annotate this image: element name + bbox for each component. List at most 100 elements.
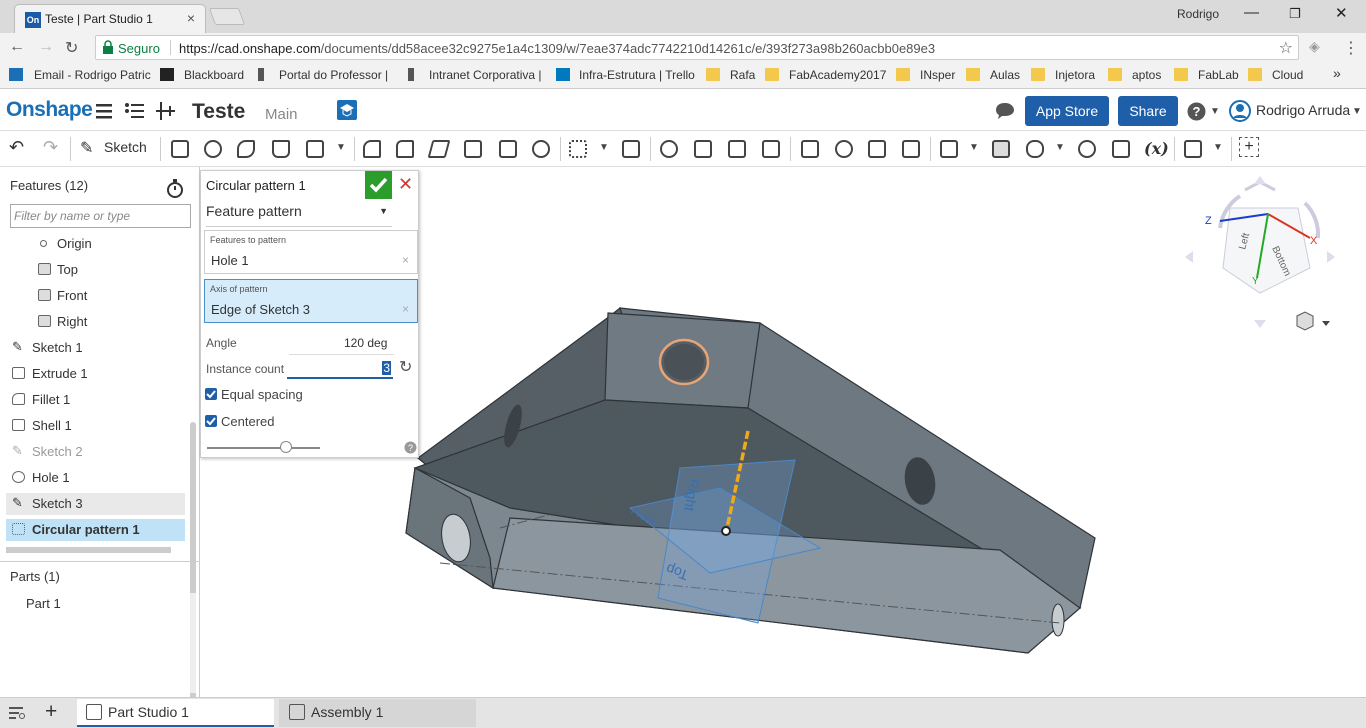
close-tab-icon[interactable]: × (187, 10, 195, 26)
bookmark-trello[interactable]: Infra-Estrutura | Trello (579, 68, 695, 82)
arrow-down-icon[interactable] (1254, 320, 1266, 328)
bookmark-cloud[interactable]: Cloud (1272, 68, 1303, 82)
equal-spacing-checkbox[interactable] (205, 388, 217, 400)
minimize-icon[interactable]: — (1244, 4, 1259, 21)
preview-slider-track[interactable] (207, 447, 320, 449)
help-dropdown-icon[interactable]: ▼ (1210, 106, 1220, 117)
feature-list-horizontal-scrollbar[interactable] (6, 547, 171, 553)
restore-icon[interactable]: ❐ (1289, 6, 1301, 22)
bookmark-injetora[interactable]: Injetora (1055, 68, 1095, 82)
more-features-dropdown-icon[interactable]: ▼ (336, 142, 346, 153)
rollback-timer-icon[interactable] (166, 179, 184, 198)
user-dropdown-icon[interactable]: ▼ (1352, 106, 1362, 117)
tab-assembly-1[interactable]: Assembly 1 (279, 699, 476, 727)
view-options-cube-icon[interactable] (1296, 311, 1314, 331)
hamburger-menu-icon[interactable] (96, 103, 114, 119)
measure-icon[interactable] (1078, 140, 1096, 158)
forward-icon[interactable]: → (38, 38, 54, 56)
feature-item-extrude-1[interactable]: Extrude 1 (6, 363, 185, 385)
delete-part-icon[interactable] (762, 140, 780, 158)
angle-input[interactable]: 120 deg (344, 336, 387, 350)
extrude-icon[interactable] (171, 140, 189, 158)
help-icon[interactable]: ? (1187, 102, 1206, 121)
undo-icon[interactable]: ↶ (9, 137, 24, 158)
accept-button[interactable] (365, 171, 392, 199)
feature-item-top[interactable]: Top (6, 259, 185, 281)
feature-item-sketch-2[interactable]: ✎ Sketch 2 (6, 441, 185, 463)
split-icon[interactable] (694, 140, 712, 158)
add-custom-icon[interactable]: + (1239, 137, 1259, 157)
user-name[interactable]: Rodrigo Arruda (1256, 102, 1350, 118)
bookmark-star-icon[interactable]: ☆ (1279, 38, 1293, 58)
plane-dropdown-icon[interactable]: ▼ (969, 142, 979, 153)
custom-feature-icon[interactable] (1184, 140, 1202, 158)
helix-icon[interactable] (1026, 140, 1044, 158)
view-cube[interactable]: Z X Y Left Bottom (1185, 176, 1335, 331)
cancel-icon[interactable]: ✕ (398, 174, 413, 195)
comments-icon[interactable] (995, 102, 1015, 120)
view-options-dropdown-icon[interactable] (1322, 321, 1330, 326)
more-bookmarks-icon[interactable]: » (1333, 65, 1341, 81)
workspace-name[interactable]: Main (265, 106, 298, 123)
url-field[interactable]: Seguro https://cad.onshape.com/documents… (95, 35, 1299, 60)
browser-tab[interactable]: On Teste | Part Studio 1 × (14, 4, 206, 33)
feature-filter-input[interactable]: Filter by name or type (10, 204, 191, 228)
feature-item-origin[interactable]: Origin (6, 233, 185, 255)
feature-item-shell-1[interactable]: Shell 1 (6, 415, 185, 437)
parts-scrollbar[interactable] (190, 593, 196, 693)
feature-item-right[interactable]: Right (6, 311, 185, 333)
bookmark-fabacademy[interactable]: FabAcademy2017 (789, 68, 886, 82)
centered-checkbox[interactable] (205, 415, 217, 427)
feature-item-front[interactable]: Front (6, 285, 185, 307)
bookmark-portal[interactable]: Portal do Professor | (279, 68, 388, 82)
insert-icon[interactable] (156, 102, 176, 120)
replace-face-icon[interactable] (902, 140, 920, 158)
custom-feature-dropdown-icon[interactable]: ▼ (1213, 142, 1223, 153)
curve-dropdown-icon[interactable]: ▼ (1055, 142, 1065, 153)
reload-icon[interactable]: ↻ (65, 38, 78, 58)
feature-item-hole-1[interactable]: Hole 1 (6, 467, 185, 489)
window-close-icon[interactable]: ✕ (1335, 4, 1348, 22)
axis-origin-point[interactable] (721, 526, 731, 536)
back-icon[interactable]: ← (9, 38, 25, 56)
instance-count-input[interactable]: 3 (287, 359, 393, 379)
preview-slider-handle[interactable] (280, 441, 292, 453)
rib-icon[interactable] (464, 140, 482, 158)
redo-icon[interactable]: ↷ (43, 137, 58, 158)
browser-profile-name[interactable]: Rodrigo (1177, 7, 1219, 21)
shell-icon[interactable] (499, 140, 517, 158)
document-title[interactable]: Teste (192, 100, 245, 124)
bookmark-aulas[interactable]: Aulas (990, 68, 1020, 82)
draft-icon[interactable] (427, 140, 451, 158)
loft-icon[interactable] (272, 140, 290, 158)
onshape-logo[interactable]: Onshape (6, 98, 93, 122)
bookmark-aptos[interactable]: aptos (1132, 68, 1161, 82)
feature-item-circular-pattern-1[interactable]: Circular pattern 1 (6, 519, 185, 541)
bookmark-intranet[interactable]: Intranet Corporativa | (429, 68, 542, 82)
arrow-up-icon[interactable] (1254, 176, 1266, 184)
bookmark-rafa[interactable]: Rafa (730, 68, 755, 82)
modify-fillet-icon[interactable] (801, 140, 819, 158)
transform-icon[interactable] (728, 140, 746, 158)
extension-icon[interactable]: ◈ (1309, 38, 1320, 55)
features-to-pattern-field[interactable]: Features to pattern Hole 1 × (204, 230, 418, 274)
revolve-icon[interactable] (204, 140, 222, 158)
mate-connector-icon[interactable] (992, 140, 1010, 158)
part-item-part-1[interactable]: Part 1 (26, 596, 61, 611)
feature-list-icon[interactable] (124, 102, 146, 120)
tab-part-studio-1[interactable]: Part Studio 1 (77, 699, 274, 727)
new-tab-button[interactable] (208, 8, 246, 25)
hole-icon[interactable] (532, 140, 550, 158)
app-store-button[interactable]: App Store (1025, 96, 1109, 126)
bookmark-email[interactable]: Email - Rodrigo Patric (34, 68, 151, 82)
feature-item-fillet-1[interactable]: Fillet 1 (6, 389, 185, 411)
flip-direction-icon[interactable]: ↻ (399, 357, 412, 377)
pattern-dropdown-icon[interactable]: ▼ (599, 142, 609, 153)
add-tab-icon[interactable]: + (45, 700, 57, 724)
pattern-icon[interactable] (569, 140, 587, 158)
pattern-type-select[interactable]: Feature pattern ▼ (206, 203, 392, 227)
fillet-icon[interactable] (363, 140, 381, 158)
bookmark-fablab[interactable]: FabLab (1198, 68, 1239, 82)
share-button[interactable]: Share (1118, 96, 1178, 126)
move-face-icon[interactable] (868, 140, 886, 158)
